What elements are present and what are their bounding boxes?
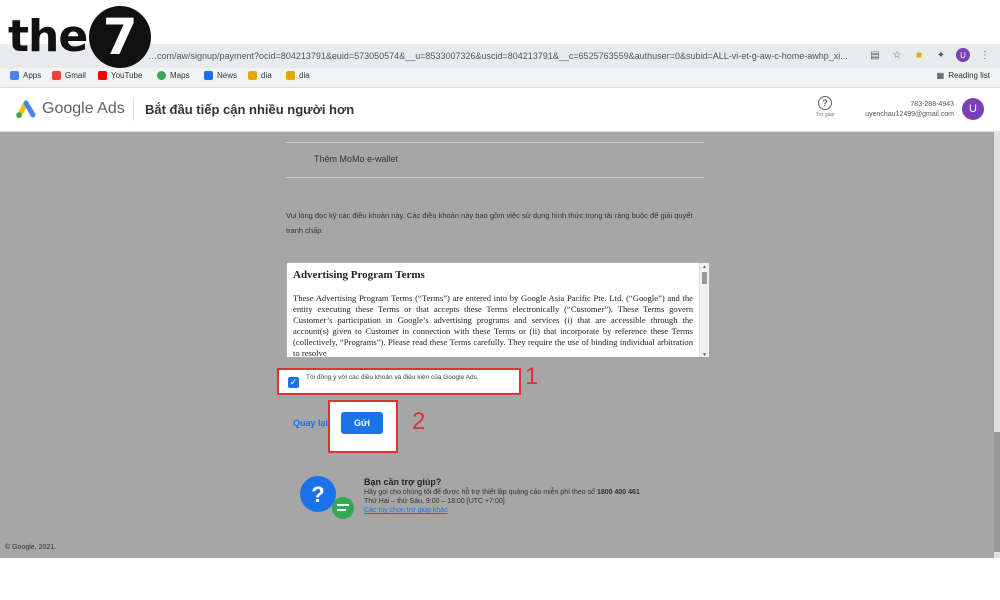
reading-list-icon: ▦: [936, 71, 945, 80]
logo-text: the: [8, 11, 88, 62]
scroll-down-icon[interactable]: ▼: [702, 352, 707, 357]
payment-option[interactable]: Thêm MoMo e-wallet: [286, 142, 704, 178]
terms-scrollbar[interactable]: ▲ ▼: [699, 263, 709, 357]
account-phone: 783-288-4943: [910, 101, 954, 108]
bookmark-gmail[interactable]: Gmail: [52, 71, 86, 80]
bookmark-maps[interactable]: Maps: [157, 71, 190, 80]
payment-option-label: Thêm MoMo e-wallet: [314, 154, 399, 164]
news-icon: [204, 71, 213, 80]
account-email: uyenchau12499@gmail.com: [865, 111, 954, 118]
help-title: Bạn cần trợ giúp?: [364, 477, 442, 487]
extension-icon[interactable]: ■: [912, 48, 926, 62]
profile-avatar[interactable]: U: [956, 48, 970, 62]
the7-logo: the 7: [8, 4, 168, 70]
logo-number: 7: [89, 6, 152, 68]
google-ads-header: Google Ads Bắt đầu tiếp cận nhiều người …: [0, 88, 1000, 132]
terms-box[interactable]: Advertising Program Terms These Advertis…: [286, 262, 710, 358]
google-ads-icon: [16, 100, 36, 118]
terms-title: Advertising Program Terms: [293, 269, 425, 281]
send-button[interactable]: Gửi: [341, 412, 383, 434]
youtube-icon: [98, 71, 107, 80]
step-marker-1: 1: [525, 363, 539, 390]
translate-icon[interactable]: ▤: [868, 48, 882, 62]
help-desc: Hãy gọi cho chúng tôi để được hỗ trợ thi…: [364, 489, 640, 496]
terms-body: These Advertising Program Terms (“Terms”…: [293, 293, 693, 358]
scroll-up-icon[interactable]: ▲: [702, 264, 707, 270]
help-label: Trợ giúp: [815, 112, 835, 118]
account-info[interactable]: 783-288-4943 uyenchau12499@gmail.com: [865, 100, 954, 120]
brand-name: Google Ads: [42, 100, 125, 117]
page-scroll-thumb[interactable]: [994, 432, 1000, 552]
star-icon[interactable]: ☆: [890, 48, 904, 62]
address-icons: ▤ ☆ ■ ✦ U ⋮: [868, 48, 992, 62]
bookmark-apps[interactable]: Apps: [10, 71, 41, 80]
bookmark-dia-1[interactable]: dia: [248, 71, 272, 80]
puzzle-icon[interactable]: ✦: [934, 48, 948, 62]
agree-checkbox[interactable]: ✓: [288, 377, 299, 388]
footer-copyright: © Google, 2021.: [5, 544, 57, 551]
help-button[interactable]: ? Trợ giúp: [812, 96, 838, 118]
apps-icon: [10, 71, 19, 80]
help-icon: ?: [818, 96, 832, 110]
scroll-thumb[interactable]: [702, 272, 707, 284]
menu-icon[interactable]: ⋮: [978, 48, 992, 62]
browser-screen: …com/aw/signup/payment?ocid=804213791&eu…: [0, 44, 1000, 558]
url-text[interactable]: …com/aw/signup/payment?ocid=804213791&eu…: [148, 48, 868, 64]
header-divider: [133, 99, 134, 121]
page-scrollbar[interactable]: [994, 132, 1000, 558]
send-highlight: Gửi: [328, 400, 398, 453]
help-options-link[interactable]: Các tùy chọn trợ giúp khác: [364, 507, 448, 514]
step-marker-2: 2: [412, 408, 426, 435]
support-chat-icon: ?: [300, 476, 354, 519]
agree-highlight: ✓ Tôi đồng ý với các điều khoản và điều …: [277, 368, 521, 395]
bookmark-youtube[interactable]: YouTube: [98, 71, 142, 80]
svg-text:?: ?: [311, 482, 324, 507]
dia-icon: [286, 71, 295, 80]
gmail-icon: [52, 71, 61, 80]
bookmarks-bar: Apps Gmail YouTube Maps News dia dia ▦ Re…: [0, 68, 1000, 88]
google-ads-logo[interactable]: Google Ads: [16, 100, 125, 118]
agree-label[interactable]: Tôi đồng ý với các điều khoản và điều ki…: [306, 374, 479, 381]
help-hours: Thứ Hai – thứ Sáu, 9:00 – 18:00 [UTC +7:…: [364, 498, 505, 505]
help-section: ? Bạn cần trợ giúp? Hãy gọi cho chúng tô…: [298, 474, 718, 524]
bookmark-news[interactable]: News: [204, 71, 237, 80]
dia-icon: [248, 71, 257, 80]
bookmark-dia-2[interactable]: dia: [286, 71, 310, 80]
account-avatar[interactable]: U: [962, 98, 984, 120]
reading-list[interactable]: ▦ Reading list: [937, 71, 990, 80]
back-link[interactable]: Quay lại: [293, 418, 328, 428]
maps-icon: [157, 71, 166, 80]
terms-note: Vui lòng đọc kỹ các điều khoản này. Các …: [286, 211, 693, 235]
page-title: Bắt đầu tiếp cận nhiều người hơn: [145, 102, 355, 117]
help-phone: 1800 400 461: [596, 489, 640, 496]
